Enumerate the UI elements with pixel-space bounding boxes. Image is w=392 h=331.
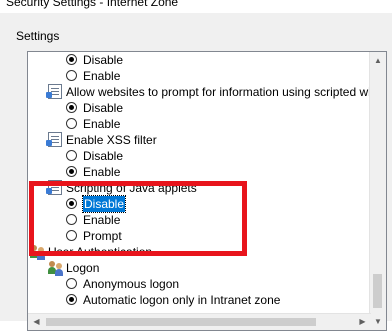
radio-button[interactable] (66, 70, 77, 81)
vertical-scrollbar[interactable]: ▲ ▼ (369, 52, 386, 330)
option-label: Enable (83, 213, 121, 227)
title-bar[interactable]: Security Settings - Internet Zone (0, 0, 392, 13)
settings-group-label: Settings (16, 29, 60, 43)
radio-button[interactable] (66, 278, 77, 289)
radio-button[interactable] (66, 230, 77, 241)
setting-title: Logon (66, 261, 100, 275)
setting-title: Enable XSS filter (66, 133, 157, 147)
horizontal-scrollbar[interactable]: ◀ ▶ (28, 313, 371, 330)
chevron-left-icon[interactable]: ◀ (28, 314, 45, 330)
dialog-body: Settings Disable Enable Allow websites t… (0, 13, 392, 331)
setting-title: Allow websites to prompt for information… (66, 85, 387, 99)
document-settings-icon (46, 180, 62, 195)
chevron-up-icon[interactable]: ▲ (370, 52, 386, 69)
option-label: Disable (81, 195, 127, 213)
radio-button[interactable] (66, 118, 77, 129)
option-label: Enable (83, 117, 121, 131)
option-label: Disable (83, 101, 124, 115)
option-label: Prompt (83, 229, 122, 243)
scrollbar-thumb[interactable] (46, 318, 316, 326)
chevron-down-icon[interactable]: ▼ (370, 313, 386, 330)
users-icon (48, 260, 64, 276)
option-label: Enable (83, 69, 121, 83)
window-title: Security Settings - Internet Zone (6, 0, 179, 9)
document-settings-icon (46, 84, 62, 99)
option-label: Disable (83, 53, 124, 67)
radio-button[interactable] (66, 214, 77, 225)
radio-button[interactable] (66, 198, 77, 209)
radio-button[interactable] (66, 166, 77, 177)
users-icon (30, 244, 46, 260)
radio-button[interactable] (66, 294, 77, 305)
setting-title: User Authentication (48, 245, 153, 259)
option-label: Enable (83, 165, 121, 179)
radio-button[interactable] (66, 54, 77, 65)
option-label: Anonymous logon (83, 277, 180, 291)
option-label: Disable (83, 149, 124, 163)
scrollbar-thumb[interactable] (373, 274, 382, 308)
option-label: Automatic logon only in Intranet zone (83, 293, 281, 307)
document-settings-icon (46, 132, 62, 147)
settings-tree-list[interactable]: Disable Enable Allow websites to prompt … (27, 51, 387, 331)
radio-button[interactable] (66, 102, 77, 113)
radio-button[interactable] (66, 150, 77, 161)
setting-title: Scripting of Java applets (66, 181, 197, 195)
chevron-right-icon[interactable]: ▶ (354, 314, 371, 330)
